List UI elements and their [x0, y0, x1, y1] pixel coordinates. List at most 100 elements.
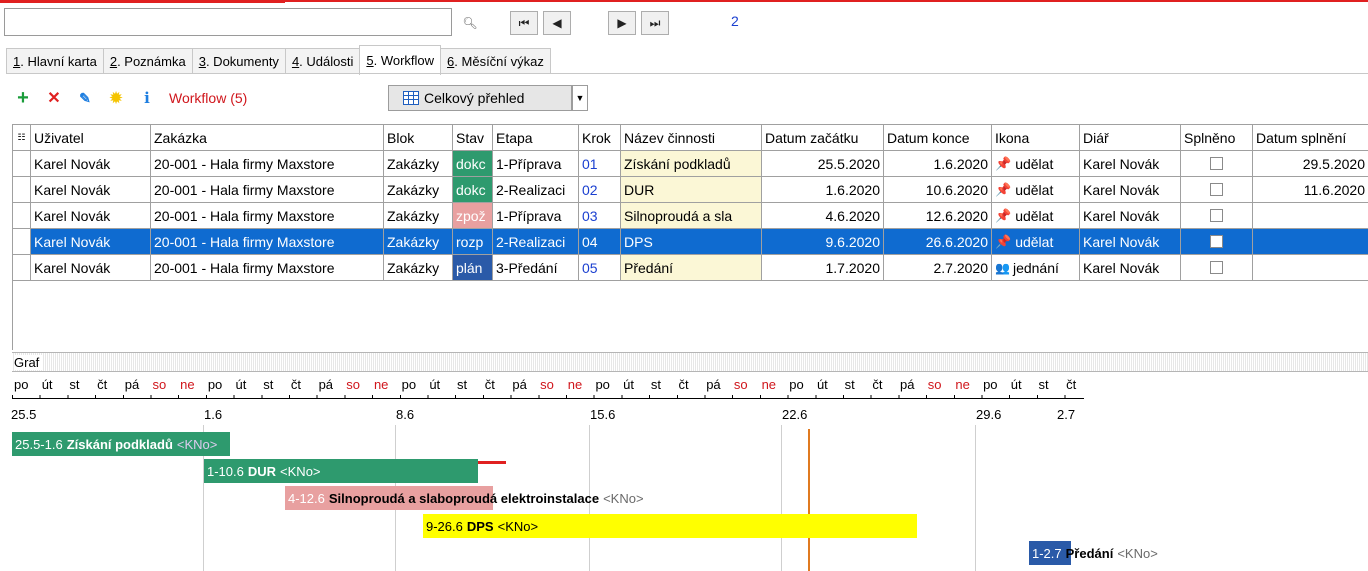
row-indicator[interactable]: ▶ — [13, 229, 31, 255]
cell-order[interactable]: 20-001 - Hala firmy Maxstore — [151, 255, 384, 281]
cell-done[interactable] — [1181, 151, 1253, 177]
cell-end-date[interactable]: 12.6.2020 — [884, 203, 992, 229]
cell-blok[interactable]: Zakázky — [384, 151, 453, 177]
first-record-button[interactable]: ⏮︎ — [510, 11, 538, 35]
col-header[interactable]: Splněno — [1181, 125, 1253, 151]
cell-etapa[interactable]: 1-Příprava — [493, 203, 579, 229]
cell-icon[interactable]: 📌 udělat — [992, 177, 1080, 203]
cell-diary[interactable]: Karel Novák — [1080, 229, 1181, 255]
col-header[interactable]: Blok — [384, 125, 453, 151]
search-icon[interactable]: 🔍︎ — [458, 11, 482, 35]
cell-end-date[interactable]: 10.6.2020 — [884, 177, 992, 203]
tab-workflow[interactable]: 5. Workflow — [359, 45, 442, 75]
cell-user[interactable]: Karel Novák — [31, 229, 151, 255]
search-input[interactable] — [4, 8, 452, 36]
tab-dokumenty[interactable]: 3. Dokumenty — [191, 48, 286, 74]
gantt-task[interactable]: 1-10.6 DUR <KNo> — [204, 459, 478, 483]
done-checkbox[interactable] — [1210, 235, 1223, 248]
cell-blok[interactable]: Zakázky — [384, 177, 453, 203]
cell-diary[interactable]: Karel Novák — [1080, 177, 1181, 203]
cell-blok[interactable]: Zakázky — [384, 229, 453, 255]
delete-icon[interactable]: ✕ — [43, 87, 65, 109]
cell-done-date[interactable]: 11.6.2020 — [1253, 177, 1368, 203]
cell-start-date[interactable]: 1.6.2020 — [762, 177, 884, 203]
gantt-bar[interactable] — [204, 459, 478, 483]
cell-status[interactable]: dokc — [453, 151, 493, 177]
col-header[interactable]: Datum začátku — [762, 125, 884, 151]
cell-icon[interactable]: 👥 jednání — [992, 255, 1080, 281]
gantt-task[interactable]: 1-2.7 Předání <KNo> — [1029, 541, 1158, 565]
row-indicator[interactable] — [13, 177, 31, 203]
col-header[interactable]: Diář — [1080, 125, 1181, 151]
tab-poznamka[interactable]: 2. Poznámka — [102, 48, 193, 74]
next-record-button[interactable]: ▶ — [608, 11, 636, 35]
done-checkbox[interactable] — [1210, 209, 1223, 222]
gantt-task[interactable]: 25.5-1.6 Získání podkladů <KNo> — [12, 432, 230, 456]
cell-done[interactable] — [1181, 177, 1253, 203]
cell-diary[interactable]: Karel Novák — [1080, 203, 1181, 229]
cell-blok[interactable]: Zakázky — [384, 255, 453, 281]
cell-icon[interactable]: 📌 udělat — [992, 229, 1080, 255]
cell-order[interactable]: 20-001 - Hala firmy Maxstore — [151, 229, 384, 255]
cell-krok[interactable]: 05 — [579, 255, 621, 281]
cell-end-date[interactable]: 26.6.2020 — [884, 229, 992, 255]
tab-hlavni-karta[interactable]: 1. Hlavní karta — [6, 48, 104, 74]
col-header[interactable]: Uživatel — [31, 125, 151, 151]
cell-end-date[interactable]: 1.6.2020 — [884, 151, 992, 177]
cell-activity-name[interactable]: Silnoproudá a sla — [621, 203, 762, 229]
cell-end-date[interactable]: 2.7.2020 — [884, 255, 992, 281]
tab-mesicni-vykaz[interactable]: 6. Měsíční výkaz — [440, 48, 551, 74]
cell-diary[interactable]: Karel Novák — [1080, 255, 1181, 281]
col-header[interactable]: Název činnosti — [621, 125, 762, 151]
cell-activity-name[interactable]: DUR — [621, 177, 762, 203]
gantt-task[interactable]: 9-26.6 DPS <KNo> — [423, 514, 917, 538]
cell-krok[interactable]: 04 — [579, 229, 621, 255]
cell-activity-name[interactable]: DPS — [621, 229, 762, 255]
cell-user[interactable]: Karel Novák — [31, 151, 151, 177]
cell-etapa[interactable]: 2-Realizaci — [493, 229, 579, 255]
last-record-button[interactable]: ⏭︎ — [641, 11, 669, 35]
done-checkbox[interactable] — [1210, 261, 1223, 274]
cell-status[interactable]: dokc — [453, 177, 493, 203]
column-chooser-icon[interactable]: ☷ — [13, 125, 31, 151]
cell-done-date[interactable] — [1253, 255, 1368, 281]
cell-blok[interactable]: Zakázky — [384, 203, 453, 229]
cell-krok[interactable]: 03 — [579, 203, 621, 229]
col-header[interactable]: Krok — [579, 125, 621, 151]
cell-order[interactable]: 20-001 - Hala firmy Maxstore — [151, 203, 384, 229]
new-icon[interactable]: ✹ — [105, 87, 127, 109]
cell-order[interactable]: 20-001 - Hala firmy Maxstore — [151, 151, 384, 177]
cell-done-date[interactable] — [1253, 203, 1368, 229]
col-header[interactable]: Etapa — [493, 125, 579, 151]
cell-icon[interactable]: 📌 udělat — [992, 151, 1080, 177]
col-header[interactable]: Zakázka — [151, 125, 384, 151]
cell-done[interactable] — [1181, 229, 1253, 255]
col-header[interactable]: Stav — [453, 125, 493, 151]
graf-splitter[interactable]: Graf — [12, 352, 1368, 372]
cell-activity-name[interactable]: Předání — [621, 255, 762, 281]
col-header[interactable]: Datum konce — [884, 125, 992, 151]
cell-start-date[interactable]: 25.5.2020 — [762, 151, 884, 177]
cell-status[interactable]: zpož — [453, 203, 493, 229]
col-header[interactable]: Ikona — [992, 125, 1080, 151]
cell-start-date[interactable]: 4.6.2020 — [762, 203, 884, 229]
done-checkbox[interactable] — [1210, 157, 1223, 170]
cell-etapa[interactable]: 2-Realizaci — [493, 177, 579, 203]
cell-status[interactable]: plán — [453, 255, 493, 281]
cell-start-date[interactable]: 9.6.2020 — [762, 229, 884, 255]
cell-user[interactable]: Karel Novák — [31, 177, 151, 203]
cell-user[interactable]: Karel Novák — [31, 255, 151, 281]
done-checkbox[interactable] — [1210, 183, 1223, 196]
overview-dropdown-button[interactable]: ▼ — [572, 85, 588, 111]
cell-etapa[interactable]: 1-Příprava — [493, 151, 579, 177]
cell-done-date[interactable] — [1253, 229, 1368, 255]
cell-user[interactable]: Karel Novák — [31, 203, 151, 229]
cell-krok[interactable]: 02 — [579, 177, 621, 203]
cell-order[interactable]: 20-001 - Hala firmy Maxstore — [151, 177, 384, 203]
row-indicator[interactable] — [13, 255, 31, 281]
tab-udalosti[interactable]: 4. Události — [284, 48, 361, 74]
col-header[interactable]: Datum splnění — [1253, 125, 1368, 151]
cell-start-date[interactable]: 1.7.2020 — [762, 255, 884, 281]
cell-etapa[interactable]: 3-Předání — [493, 255, 579, 281]
row-indicator[interactable] — [13, 151, 31, 177]
